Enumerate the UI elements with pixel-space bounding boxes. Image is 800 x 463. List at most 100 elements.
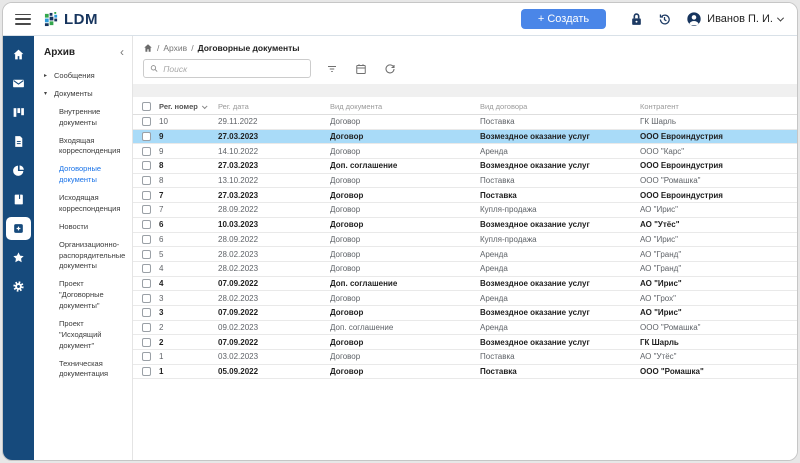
cell-doc-type: Договор bbox=[330, 191, 480, 200]
menu-icon[interactable] bbox=[15, 14, 31, 25]
table-row[interactable]: 7 28.09.2022 Договор Купля-продажа АО "И… bbox=[133, 203, 797, 218]
row-checkbox[interactable] bbox=[142, 191, 151, 200]
tree-item-label: Сообщения bbox=[54, 71, 95, 82]
nav-archive[interactable] bbox=[3, 214, 34, 243]
tree-item[interactable]: Внутренние документы bbox=[44, 107, 126, 129]
sort-desc-icon bbox=[202, 103, 208, 109]
table-row[interactable]: 3 07.09.2022 Договор Возмездное оказание… bbox=[133, 306, 797, 321]
column-contract-type[interactable]: Вид договора bbox=[480, 102, 640, 111]
column-reg-date[interactable]: Рег. дата bbox=[218, 102, 330, 111]
filter-button[interactable] bbox=[326, 63, 338, 75]
tree-item[interactable]: Техническая документация bbox=[44, 359, 126, 381]
cell-reg-number: 10 bbox=[159, 117, 218, 126]
nav-reports[interactable] bbox=[3, 156, 34, 185]
table-row[interactable]: 4 07.09.2022 Доп. соглашение Возмездное … bbox=[133, 277, 797, 292]
avatar-icon bbox=[686, 11, 702, 27]
lock-button[interactable] bbox=[630, 12, 643, 27]
search-icon bbox=[150, 64, 158, 73]
row-checkbox[interactable] bbox=[142, 176, 151, 185]
row-checkbox[interactable] bbox=[142, 205, 151, 214]
cell-doc-type: Договор bbox=[330, 338, 480, 347]
table-row[interactable]: 7 27.03.2023 Договор Поставка ООО Евроин… bbox=[133, 188, 797, 203]
table-row[interactable]: 8 27.03.2023 Доп. соглашение Возмездное … bbox=[133, 159, 797, 174]
tree-item[interactable]: Проект "Договорные документы" bbox=[44, 279, 126, 312]
row-checkbox[interactable] bbox=[142, 220, 151, 229]
calendar-button[interactable] bbox=[355, 63, 367, 75]
tree-item[interactable]: ▾ Документы bbox=[44, 89, 126, 100]
nav-settings[interactable] bbox=[3, 272, 34, 301]
row-checkbox[interactable] bbox=[142, 367, 151, 376]
table-row[interactable]: 4 28.02.2023 Договор Аренда АО "Гранд" bbox=[133, 262, 797, 277]
cell-reg-date: 28.02.2023 bbox=[218, 294, 330, 303]
breadcrumb-separator: / bbox=[157, 43, 159, 53]
row-checkbox[interactable] bbox=[142, 235, 151, 244]
cell-contract-type: Поставка bbox=[480, 117, 640, 126]
refresh-button[interactable] bbox=[384, 63, 396, 75]
select-all-checkbox[interactable] bbox=[142, 102, 151, 111]
kanban-icon bbox=[12, 106, 25, 119]
table-row[interactable]: 3 28.02.2023 Договор Аренда АО "Грох" bbox=[133, 291, 797, 306]
table-row[interactable]: 6 28.09.2022 Договор Купля-продажа АО "И… bbox=[133, 233, 797, 248]
cell-reg-number: 5 bbox=[159, 250, 218, 259]
table-row[interactable]: 9 27.03.2023 Договор Возмездное оказание… bbox=[133, 130, 797, 145]
row-checkbox[interactable] bbox=[142, 264, 151, 273]
tree-item[interactable]: Организационно-распорядительные документ… bbox=[44, 240, 126, 273]
row-checkbox[interactable] bbox=[142, 279, 151, 288]
cell-reg-date: 03.02.2023 bbox=[218, 352, 330, 361]
search-input[interactable] bbox=[163, 64, 304, 74]
table-row[interactable]: 10 29.11.2022 Договор Поставка ГК Шарль bbox=[133, 115, 797, 130]
breadcrumb-home-icon[interactable] bbox=[143, 43, 153, 53]
row-checkbox[interactable] bbox=[142, 117, 151, 126]
row-checkbox[interactable] bbox=[142, 161, 151, 170]
history-button[interactable] bbox=[657, 12, 672, 27]
document-icon bbox=[12, 135, 25, 148]
tree-item[interactable]: Проект "Исходящий документ" bbox=[44, 319, 126, 352]
tree-item-label: Входящая корреспонденция bbox=[59, 136, 126, 158]
nav-mail[interactable] bbox=[3, 69, 34, 98]
tree-item[interactable]: ▸ Сообщения bbox=[44, 71, 126, 82]
nav-favorites[interactable] bbox=[3, 243, 34, 272]
cell-reg-date: 28.02.2023 bbox=[218, 264, 330, 273]
table-row[interactable]: 6 10.03.2023 Договор Возмездное оказание… bbox=[133, 218, 797, 233]
collapse-sidebar-icon[interactable]: ‹ bbox=[120, 46, 126, 58]
cell-contractor: АО "Ирис" bbox=[640, 235, 797, 244]
search-box[interactable] bbox=[143, 59, 311, 78]
tree-item[interactable]: Новости bbox=[44, 222, 126, 233]
nav-journal[interactable] bbox=[3, 185, 34, 214]
cell-reg-date: 05.09.2022 bbox=[218, 367, 330, 376]
table-row[interactable]: 5 28.02.2023 Договор Аренда АО "Гранд" bbox=[133, 247, 797, 262]
actions-strip bbox=[133, 84, 797, 97]
nav-documents[interactable] bbox=[3, 127, 34, 156]
row-checkbox[interactable] bbox=[142, 250, 151, 259]
breadcrumb-separator: / bbox=[191, 43, 193, 53]
column-doc-type[interactable]: Вид документа bbox=[330, 102, 480, 111]
row-checkbox[interactable] bbox=[142, 352, 151, 361]
row-checkbox[interactable] bbox=[142, 147, 151, 156]
column-reg-number[interactable]: Рег. номер bbox=[159, 102, 218, 111]
row-checkbox[interactable] bbox=[142, 132, 151, 141]
cell-contract-type: Возмездное оказание услуг bbox=[480, 338, 640, 347]
table-row[interactable]: 8 13.10.2022 Договор Поставка ООО "Ромаш… bbox=[133, 174, 797, 189]
table-row[interactable]: 1 03.02.2023 Договор Поставка АО "Утёс" bbox=[133, 350, 797, 365]
user-menu[interactable]: Иванов П. И. bbox=[686, 11, 783, 27]
tree-item[interactable]: Входящая корреспонденция bbox=[44, 136, 126, 158]
tree-item[interactable]: Договорные документы bbox=[44, 164, 126, 186]
row-checkbox[interactable] bbox=[142, 323, 151, 332]
column-contractor[interactable]: Контрагент bbox=[640, 102, 797, 111]
table-row[interactable]: 2 07.09.2022 Договор Возмездное оказание… bbox=[133, 335, 797, 350]
breadcrumb-parent[interactable]: Архив bbox=[163, 43, 187, 53]
tree-item[interactable]: Исходящая корреспонденция bbox=[44, 193, 126, 215]
app-logo: LDM bbox=[44, 11, 98, 28]
create-button[interactable]: + Создать bbox=[521, 9, 606, 29]
nav-home[interactable] bbox=[3, 40, 34, 69]
table-row[interactable]: 1 05.09.2022 Договор Поставка ООО "Ромаш… bbox=[133, 365, 797, 380]
cell-reg-date: 27.03.2023 bbox=[218, 191, 330, 200]
tree-expand-icon[interactable]: ▾ bbox=[44, 89, 51, 100]
row-checkbox[interactable] bbox=[142, 294, 151, 303]
row-checkbox[interactable] bbox=[142, 308, 151, 317]
table-row[interactable]: 2 09.02.2023 Доп. соглашение Аренда ООО … bbox=[133, 321, 797, 336]
table-row[interactable]: 9 14.10.2022 Договор Аренда ООО "Карс" bbox=[133, 144, 797, 159]
nav-board[interactable] bbox=[3, 98, 34, 127]
row-checkbox[interactable] bbox=[142, 338, 151, 347]
tree-expand-icon[interactable]: ▸ bbox=[44, 71, 51, 82]
